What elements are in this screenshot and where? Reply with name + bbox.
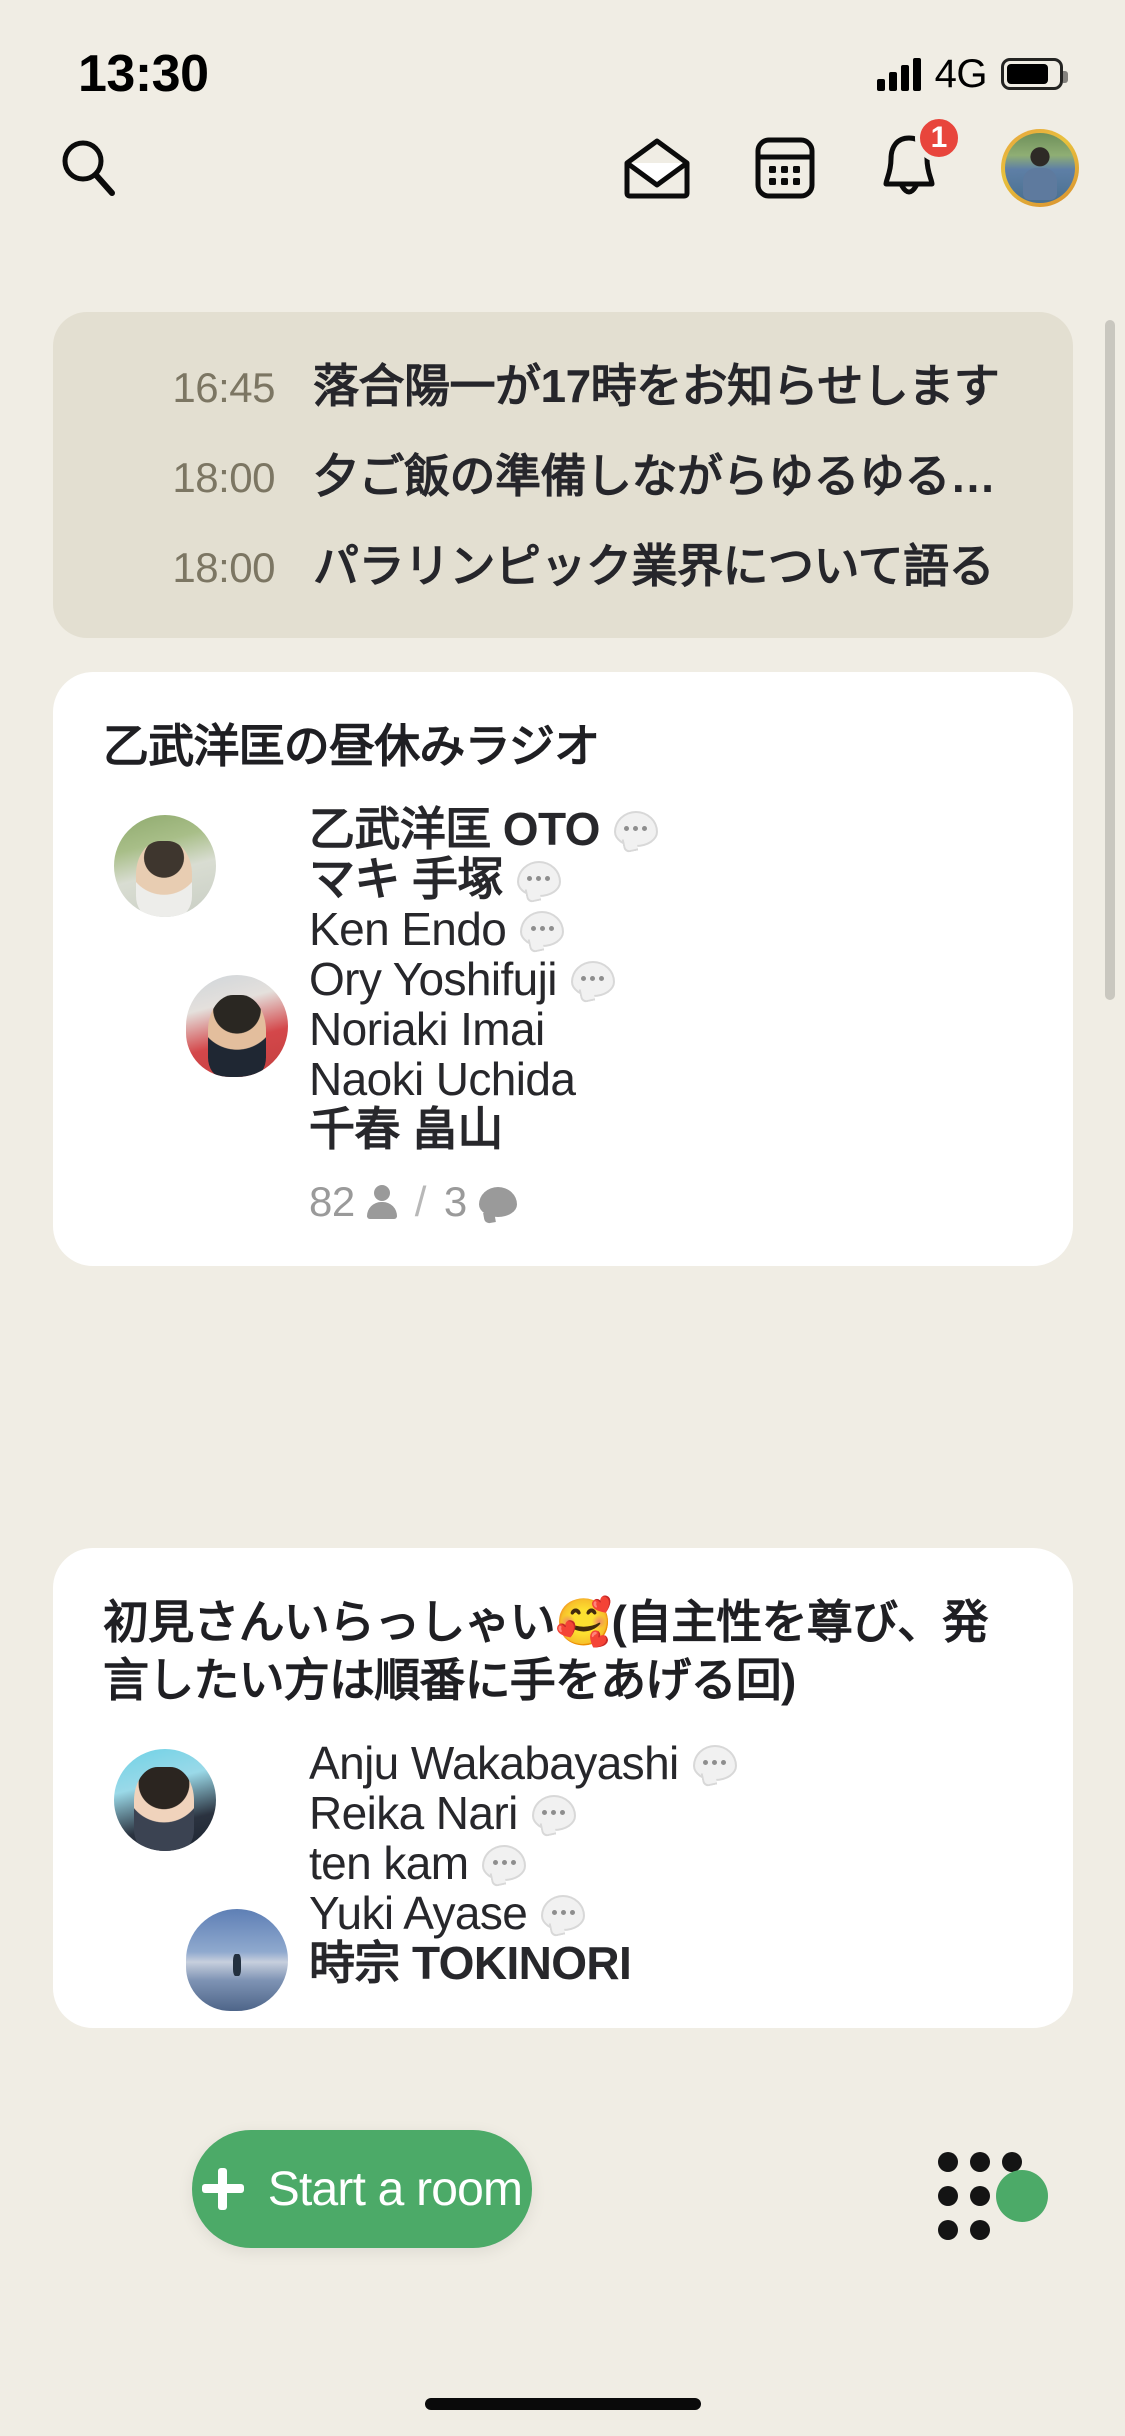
speaker-row: Reika Nari	[309, 1788, 1023, 1838]
speaker-name: Naoki Uchida	[309, 1052, 576, 1105]
network-type-label: 4G	[934, 51, 988, 96]
schedule-row[interactable]: 18:00 夕ご飯の準備しながらゆるゆる…	[53, 428, 1073, 518]
room-avatars	[103, 1743, 303, 2016]
app-screen: 13:30 4G 1 16:45 落合陽一が17時をお知らせします 18:00 …	[0, 0, 1125, 2436]
speaking-bubble-icon	[516, 860, 561, 897]
member-count: 82	[309, 1177, 355, 1225]
stats-separator: /	[414, 1177, 427, 1225]
speaker-row: 時宗 TOKINORI	[309, 1938, 1023, 1988]
room-card[interactable]: 乙武洋匡の昼休みラジオ 乙武洋匡 OTO マキ 手塚 Ken Endo Ory …	[53, 672, 1073, 1266]
speaker-name: マキ 手塚	[309, 852, 503, 905]
profile-avatar[interactable]	[1001, 129, 1079, 207]
status-time: 13:30	[78, 45, 209, 103]
room-body: Anju Wakabayashi Reika Nari ten kam Yuki…	[103, 1738, 1023, 2016]
speaking-bubble-icon	[520, 910, 565, 947]
schedule-time: 18:00	[172, 454, 275, 501]
schedule-time: 18:00	[172, 544, 275, 591]
start-room-button[interactable]: Start a room	[192, 2130, 532, 2248]
status-indicators: 4G	[876, 51, 1068, 97]
speaking-bubble-icon	[541, 1894, 586, 1931]
speaker-row: マキ 手塚	[309, 854, 1023, 904]
speaker-row: Ory Yoshifuji	[309, 954, 1023, 1004]
room-avatars	[103, 809, 303, 1082]
speaking-bubble-icon	[570, 960, 615, 997]
speaking-bubble-icon	[531, 1794, 576, 1831]
speaker-count: 3	[443, 1177, 467, 1225]
speaker-name: ten kam	[309, 1836, 469, 1889]
speaking-bubble-icon	[482, 1844, 527, 1881]
schedule-card[interactable]: 16:45 落合陽一が17時をお知らせします 18:00 夕ご飯の準備しながらゆ…	[53, 312, 1073, 638]
battery-icon	[1001, 58, 1068, 90]
home-indicator	[424, 2398, 701, 2410]
status-bar: 13:30 4G	[0, 0, 1125, 118]
plus-icon	[201, 2168, 244, 2210]
scrollbar[interactable]	[1105, 320, 1115, 1000]
speaker-avatar	[181, 969, 293, 1082]
signal-bars-icon	[876, 57, 921, 91]
speaker-row: ten kam	[309, 1838, 1023, 1888]
speaker-row: Noriaki Imai	[309, 1004, 1023, 1054]
schedule-time: 16:45	[172, 364, 275, 411]
speaking-bubble-icon	[613, 810, 658, 847]
speaker-name: Noriaki Imai	[309, 1002, 545, 1055]
room-body: 乙武洋匡 OTO マキ 手塚 Ken Endo Ory Yoshifuji No…	[103, 804, 1023, 1154]
schedule-title: 落合陽一が17時をお知らせします	[313, 360, 1000, 412]
schedule-title: 夕ご飯の準備しながらゆるゆる…	[313, 450, 996, 502]
top-navigation-bar: 1	[0, 114, 1125, 218]
start-room-label: Start a room	[267, 2162, 523, 2216]
speaker-avatar	[181, 1903, 293, 2016]
speaker-row: 千春 畠山	[309, 1104, 1023, 1154]
calendar-icon[interactable]	[753, 135, 817, 201]
speaker-avatar	[109, 1743, 221, 1856]
search-icon[interactable]	[56, 135, 122, 201]
speaker-row: Yuki Ayase	[309, 1888, 1023, 1938]
speaker-row: 乙武洋匡 OTO	[309, 804, 1023, 854]
speaker-name: Ken Endo	[309, 902, 507, 955]
speaker-name: Anju Wakabayashi	[309, 1736, 679, 1789]
speaker-name: Yuki Ayase	[309, 1886, 528, 1939]
speaker-list: 乙武洋匡 OTO マキ 手塚 Ken Endo Ory Yoshifuji No…	[309, 804, 1023, 1154]
room-stats: 82 / 3	[309, 1178, 1023, 1226]
speaker-row: Naoki Uchida	[309, 1054, 1023, 1104]
speaker-name: 千春 畠山	[309, 1102, 503, 1155]
notification-badge: 1	[915, 114, 963, 162]
speaker-row: Ken Endo	[309, 904, 1023, 954]
schedule-row[interactable]: 16:45 落合陽一が17時をお知らせします	[53, 338, 1073, 428]
room-title: 初見さんいらっしゃい🥰(自主性を尊び、発言したい方は順番に手をあげる回)	[103, 1596, 988, 1706]
nav-actions: 1	[621, 114, 1079, 207]
speaker-avatar	[109, 809, 221, 922]
person-icon	[366, 1184, 397, 1219]
speaker-row: Anju Wakabayashi	[309, 1738, 1023, 1788]
speaker-name: Ory Yoshifuji	[309, 952, 558, 1005]
chat-bubble-icon	[478, 1186, 517, 1217]
room-card[interactable]: 初見さんいらっしゃい🥰(自主性を尊び、発言したい方は順番に手をあげる回) Anj…	[53, 1548, 1073, 2028]
bell-icon[interactable]: 1	[877, 114, 963, 204]
speaker-list: Anju Wakabayashi Reika Nari ten kam Yuki…	[309, 1738, 1023, 1988]
speaking-bubble-icon	[692, 1744, 737, 1781]
speaker-name: 乙武洋匡 OTO	[309, 802, 600, 855]
speaker-name: Reika Nari	[309, 1786, 518, 1839]
envelope-open-icon[interactable]	[621, 137, 693, 199]
schedule-title: パラリンピック業界について語る	[313, 540, 995, 592]
people-grid-icon[interactable]	[938, 2152, 1050, 2248]
speaker-name: 時宗 TOKINORI	[309, 1936, 632, 1989]
room-title: 乙武洋匡の昼休みラジオ	[103, 720, 600, 772]
schedule-row[interactable]: 18:00 パラリンピック業界について語る	[53, 518, 1073, 608]
